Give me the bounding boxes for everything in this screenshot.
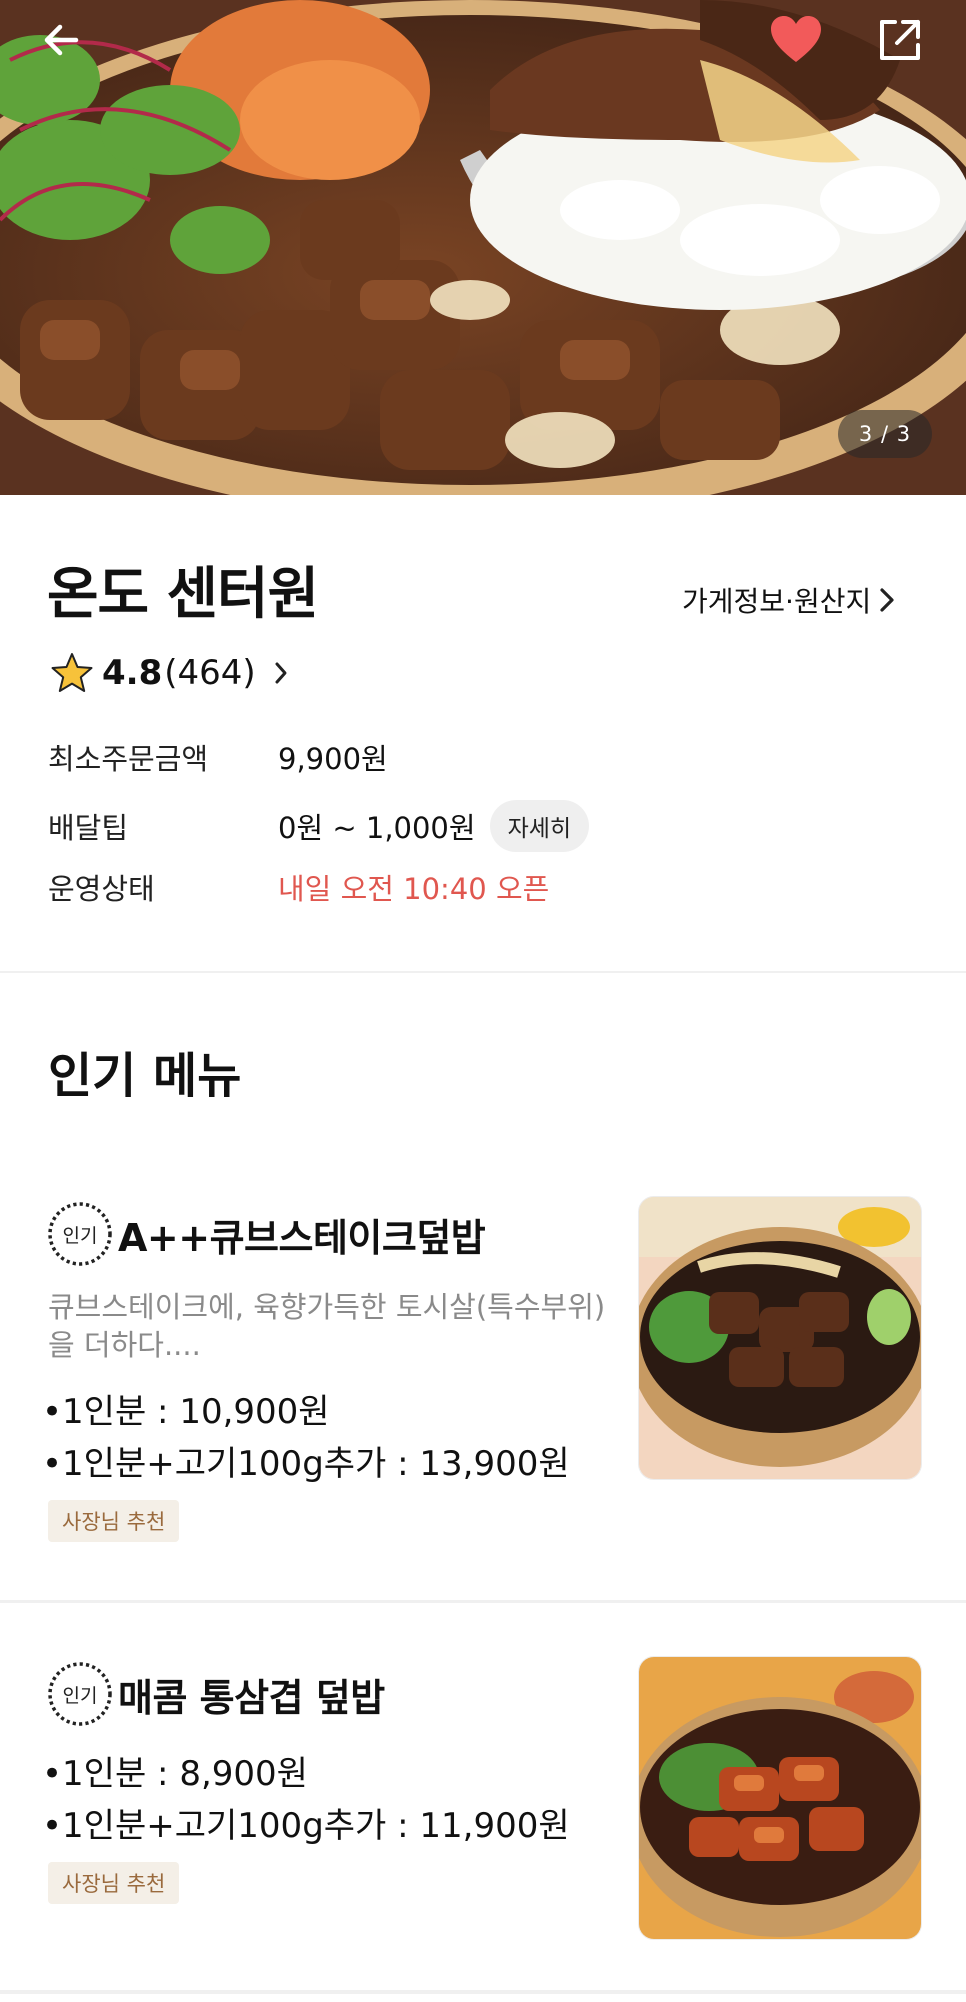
share-button[interactable] <box>868 8 932 72</box>
popular-badge-text: 인기 <box>63 1685 98 1707</box>
delivery-tip-row: 배달팁 0원 ~ 1,000원 자세히 <box>48 800 590 852</box>
menu-item-name: A++큐브스테이크덮밥 <box>118 1215 486 1260</box>
menu-price-option: •1인분+고기100g추가 : 13,900원 <box>42 1444 570 1484</box>
popular-badge-icon: 인기 <box>48 1662 112 1726</box>
image-page-indicator: 3 / 3 <box>838 410 932 458</box>
chevron-right-icon <box>880 588 894 612</box>
menu-item-description: 큐브스테이크에, 육향가득한 토시살(특수부위)을 더하다.... <box>48 1290 606 1362</box>
delivery-tip-value: 0원 ~ 1,000원 <box>278 811 476 845</box>
menu-item-header: 인기 A++큐브스테이크덮밥 <box>46 1200 486 1268</box>
review-count: (464) <box>164 653 256 693</box>
bottom-divider <box>0 1990 966 1994</box>
menu-item-spicy-pork-belly-bowl[interactable]: 인기 매콤 통삼겹 덮밥 •1인분 : 8,900원 •1인분+고기100g추가… <box>0 1640 966 1990</box>
rating-summary[interactable]: 4.8 (464) <box>50 652 288 694</box>
star-icon <box>51 653 93 692</box>
rating-score: 4.8 <box>102 653 163 693</box>
store-info-origin-link[interactable]: 가게정보·원산지 <box>682 580 895 620</box>
owner-recommend-tag: 사장님 추천 <box>48 1862 180 1904</box>
min-order-value: 9,900원 <box>278 742 388 776</box>
favorite-button[interactable] <box>764 8 828 72</box>
popular-badge-text: 인기 <box>63 1225 98 1247</box>
store-info-link-label: 가게정보·원산지 <box>682 585 872 618</box>
menu-item-header: 인기 매콤 통삼겹 덮밥 <box>46 1660 385 1728</box>
store-name: 온도 센터원 <box>47 562 319 627</box>
menu-item-photo <box>638 1656 922 1940</box>
menu-item-photo <box>638 1196 922 1480</box>
operation-status-label: 운영상태 <box>48 872 155 906</box>
share-icon <box>880 20 920 60</box>
owner-recommend-tag: 사장님 추천 <box>48 1500 180 1542</box>
popular-menu-title: 인기 메뉴 <box>48 1048 242 1104</box>
min-order-row: 최소주문금액 9,900원 <box>48 736 388 778</box>
popular-badge-icon: 인기 <box>48 1202 112 1266</box>
menu-price-option: •1인분+고기100g추가 : 11,900원 <box>42 1806 570 1846</box>
hero-image-carousel[interactable]: 3 / 3 <box>0 0 966 495</box>
menu-price-option: •1인분 : 8,900원 <box>42 1754 308 1794</box>
min-order-label: 최소주문금액 <box>48 742 209 776</box>
back-button[interactable] <box>30 8 94 72</box>
chevron-right-icon <box>275 662 287 684</box>
section-divider <box>0 971 966 973</box>
back-arrow-icon <box>44 24 79 56</box>
operation-status-row: 운영상태 내일 오전 10:40 오픈 <box>48 866 549 908</box>
delivery-tip-detail-button[interactable]: 자세히 <box>489 800 590 852</box>
menu-item-name: 매콤 통삼겹 덮밥 <box>118 1675 385 1720</box>
heart-icon <box>771 16 821 62</box>
menu-price-option: •1인분 : 10,900원 <box>42 1392 330 1432</box>
section-divider <box>0 1600 966 1603</box>
food-photo <box>0 0 966 495</box>
operation-status-value: 내일 오전 10:40 오픈 <box>278 872 550 906</box>
menu-item-cube-steak-bowl[interactable]: 인기 A++큐브스테이크덮밥 큐브스테이크에, 육향가득한 토시살(특수부위)을… <box>0 1180 966 1600</box>
delivery-tip-label: 배달팁 <box>48 811 129 845</box>
